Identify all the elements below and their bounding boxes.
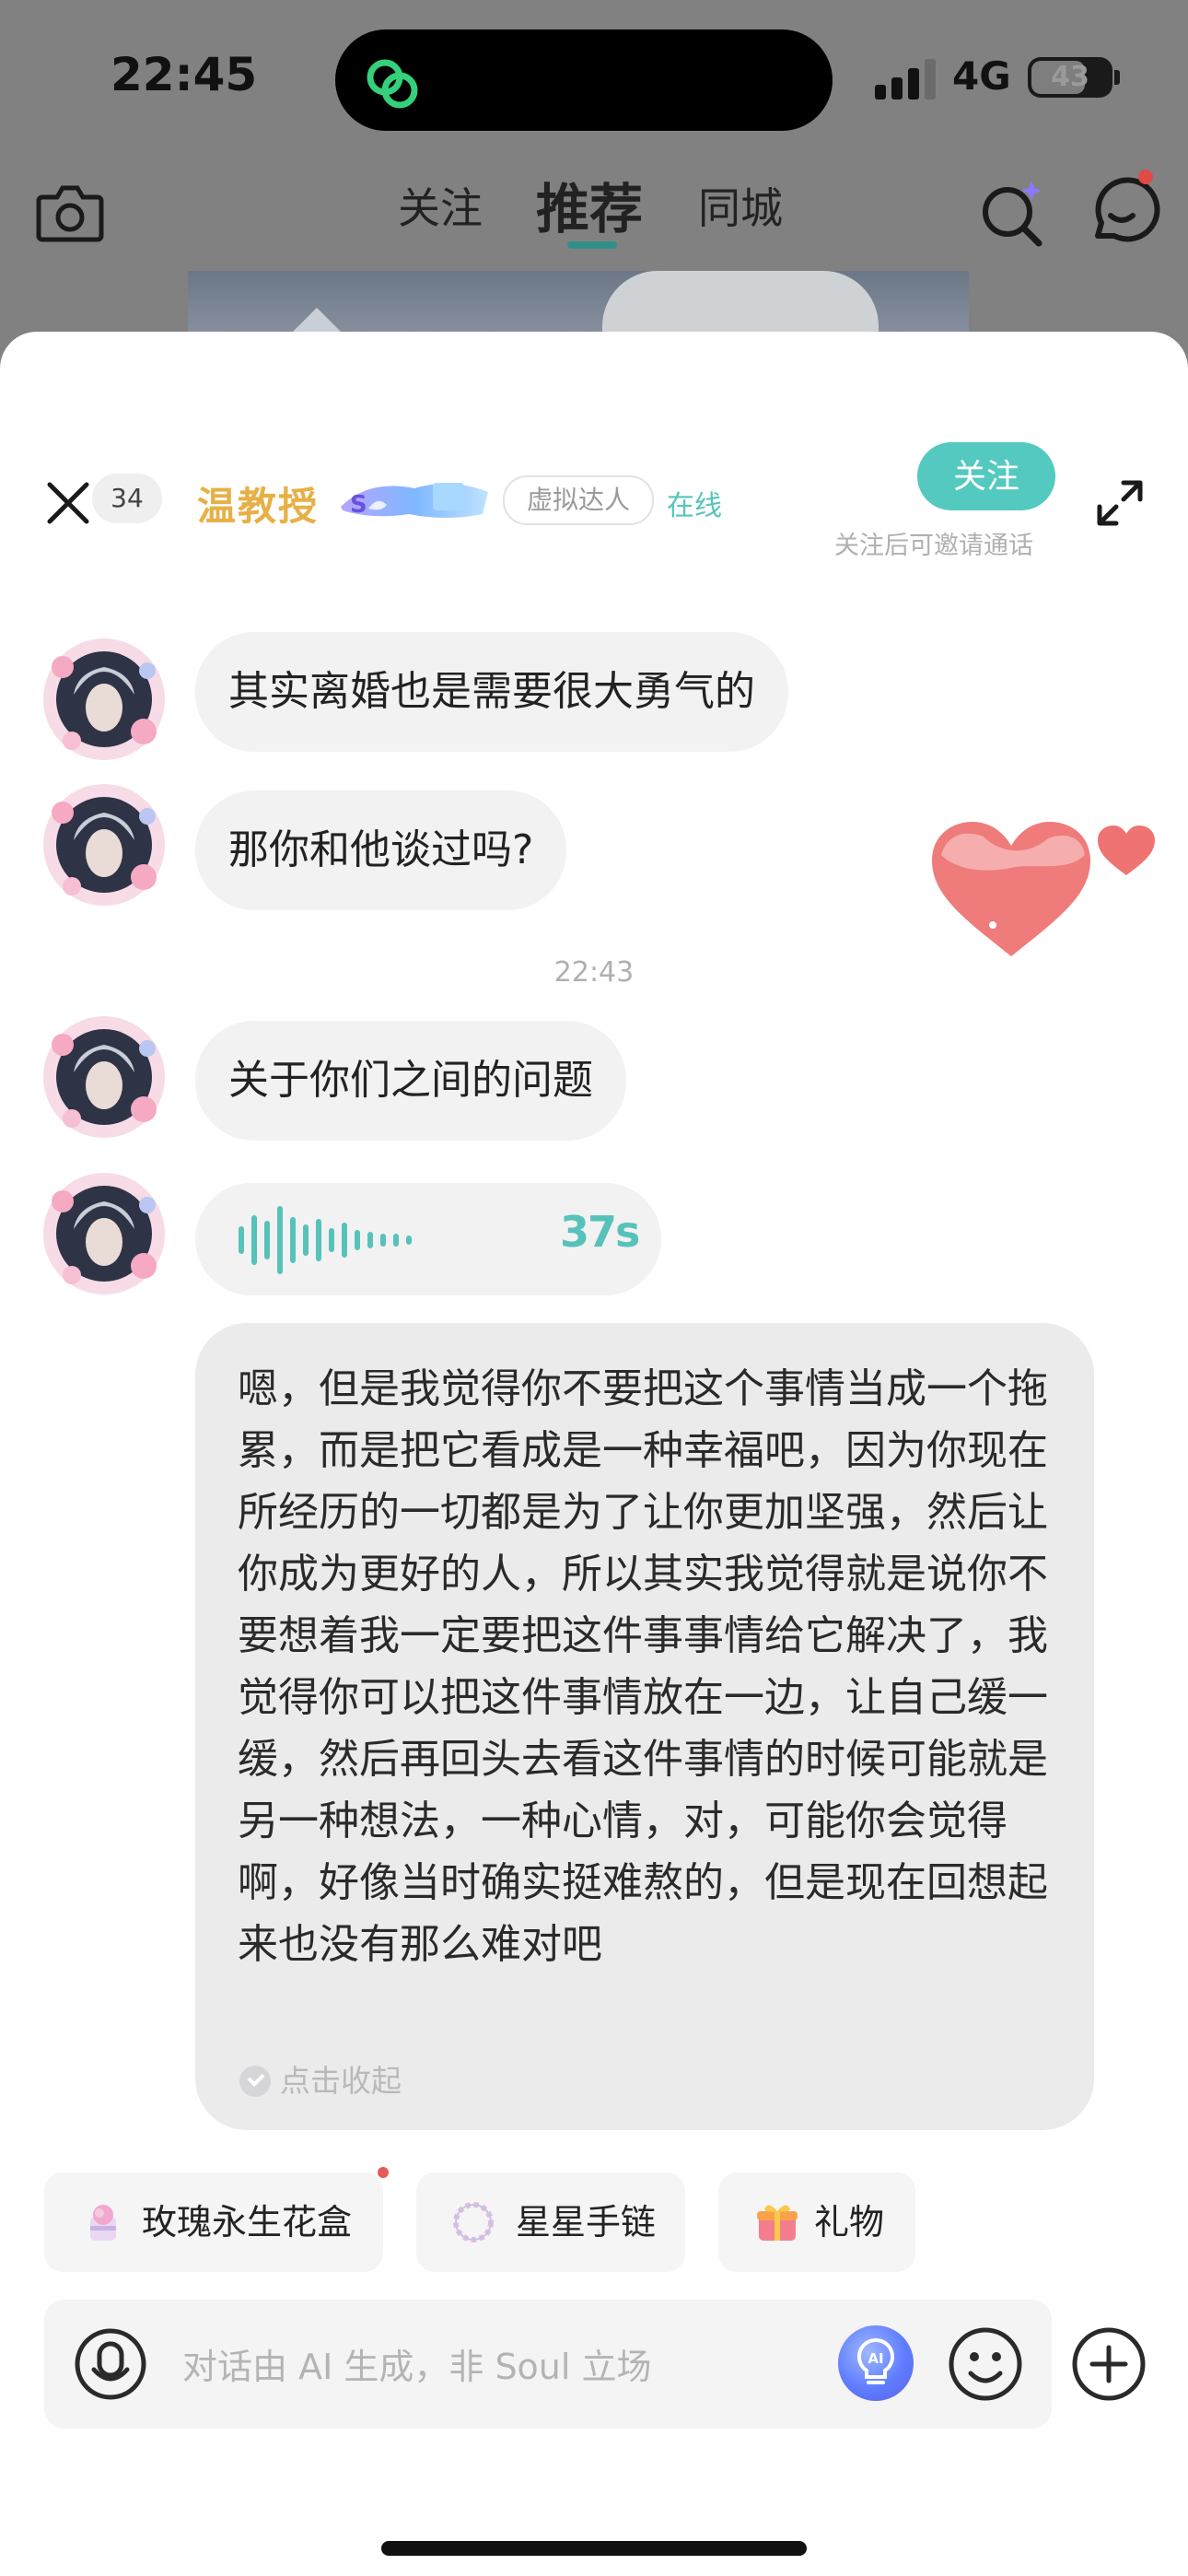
status-bar: 22:45 4G 43 [0, 0, 1188, 157]
gift-chip-label: 星星手链 [516, 2202, 657, 2242]
ai-bulb-icon: AI [856, 2337, 895, 2384]
link-icon [367, 59, 418, 109]
gift-chip-star-bracelet[interactable]: 星星手链 [416, 2172, 685, 2272]
message-timestamp: 22:43 [553, 956, 635, 989]
gift-chip-rose-box[interactable]: 玫瑰永生花盒 [44, 2172, 383, 2272]
heart-icon [932, 822, 1090, 956]
status-time: 22:45 [111, 48, 258, 101]
tab-local[interactable]: 同城 [698, 175, 783, 236]
notification-dot [1138, 170, 1153, 184]
vip-level-badge: S [341, 483, 488, 519]
follow-button[interactable]: 关注 [917, 442, 1055, 510]
message-input[interactable] [181, 2331, 810, 2403]
ai-label: AI [868, 2350, 883, 2367]
chat-partner-name[interactable]: 温教授 [197, 475, 319, 532]
signal-icon [875, 57, 939, 100]
gift-chip-label: 礼物 [814, 2202, 885, 2242]
tab-underline [567, 241, 617, 249]
home-indicator[interactable] [381, 2541, 807, 2556]
message-bubble[interactable]: 那你和他谈过吗? [195, 790, 567, 910]
avatar[interactable] [35, 1008, 173, 1146]
tab-recommend[interactable]: 推荐 [536, 166, 643, 243]
message-bubble[interactable]: 其实离婚也是需要很大勇气的 [195, 632, 788, 752]
camera-icon[interactable] [35, 181, 105, 243]
voice-duration: 37s [560, 1207, 640, 1257]
collapse-label: 点击收起 [280, 2063, 402, 2099]
ai-assist-button[interactable]: AI [838, 2325, 914, 2401]
voice-transcript-bubble: 嗯，但是我觉得你不要把这个事情当成一个拖累，而是把它看成是一种幸福吧，因为你现在… [195, 1323, 1094, 2130]
chat-bubble-icon[interactable] [1083, 171, 1162, 251]
network-type: 4G [952, 53, 1011, 99]
avatar[interactable] [35, 1165, 173, 1303]
unread-count-badge: 34 [92, 474, 162, 523]
plus-icon[interactable] [1070, 2325, 1147, 2403]
avatar[interactable] [35, 776, 173, 914]
star-bracelet-icon [453, 2202, 494, 2242]
voice-wave-icon [239, 1206, 412, 1274]
gift-chip-gift[interactable]: 礼物 [718, 2172, 915, 2272]
battery-icon: 43 [1028, 57, 1112, 98]
expand-icon[interactable] [1092, 475, 1147, 531]
search-icon[interactable] [978, 177, 1048, 247]
new-badge-dot [378, 2167, 389, 2178]
gift-icon [757, 2205, 798, 2241]
microphone-icon[interactable] [74, 2327, 147, 2401]
svg-text:S: S [350, 491, 367, 519]
rose-box-icon [90, 2205, 116, 2241]
online-status: 在线 [667, 490, 722, 522]
close-icon[interactable] [44, 479, 92, 527]
message-bubble[interactable]: 关于你们之间的问题 [195, 1021, 626, 1141]
check-circle-icon [239, 2066, 271, 2097]
emoji-icon[interactable] [947, 2325, 1024, 2403]
follow-hint: 关注后可邀请通话 [834, 532, 1033, 560]
collapse-button[interactable]: 点击收起 [239, 2056, 402, 2099]
battery-level: 43 [1051, 61, 1089, 93]
avatar[interactable] [35, 630, 173, 768]
voice-message[interactable]: 37s [195, 1183, 661, 1295]
battery-cap [1114, 70, 1120, 85]
small-heart-icon [1098, 825, 1155, 875]
transcript-text: 嗯，但是我觉得你不要把这个事情当成一个拖累，而是把它看成是一种幸福吧，因为你现在… [238, 1365, 1048, 1968]
gift-chip-label: 玫瑰永生花盒 [142, 2202, 353, 2242]
tab-follow[interactable]: 关注 [398, 175, 483, 236]
virtual-talent-tag: 虚拟达人 [503, 475, 655, 525]
